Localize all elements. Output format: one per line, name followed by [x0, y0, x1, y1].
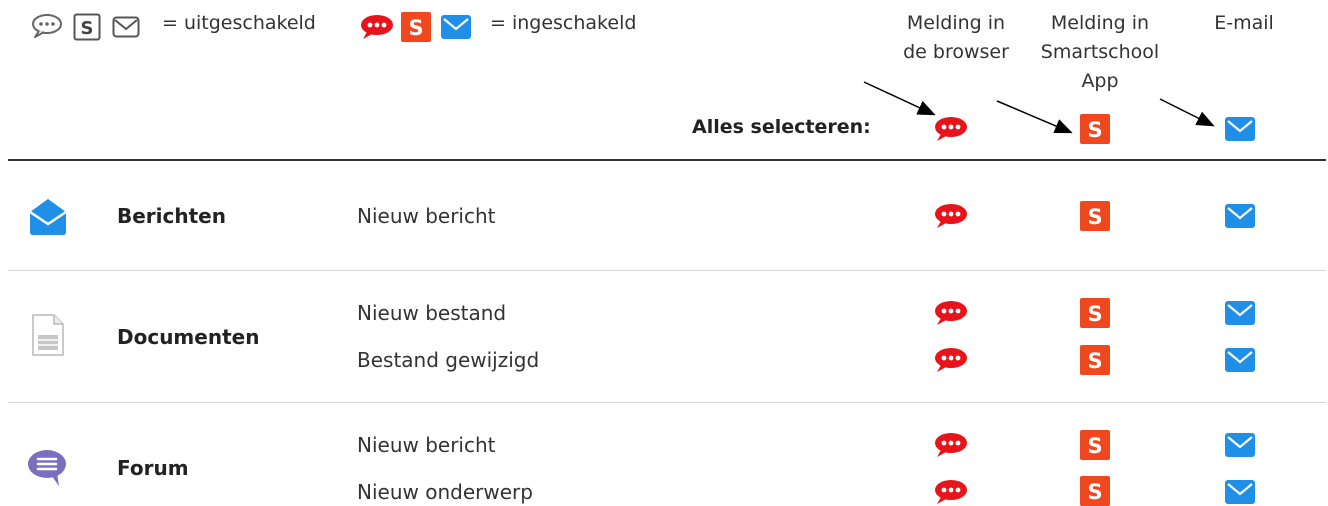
annotation-arrows [863, 81, 1215, 134]
select-all-app-toggle[interactable]: S [1080, 114, 1110, 144]
module-name-forum: Forum [117, 456, 189, 480]
forum-chat-icon [27, 449, 67, 487]
row-label: Bestand gewijzigd [357, 348, 540, 372]
module-divider [8, 402, 1326, 403]
svg-text:S: S [1087, 349, 1102, 373]
email-notify-toggle[interactable] [1225, 301, 1255, 325]
browser-notify-toggle[interactable] [933, 299, 969, 327]
browser-notify-toggle[interactable] [933, 202, 969, 230]
app-notify-toggle[interactable]: S [1080, 476, 1110, 506]
arrow-browser [863, 81, 936, 116]
row-label: Nieuw bestand [357, 301, 507, 325]
svg-text:S: S [1087, 302, 1102, 326]
app-notify-toggle[interactable]: S [1080, 201, 1110, 231]
header-divider [8, 159, 1326, 161]
module-name-documenten: Documenten [117, 325, 260, 349]
browser-notify-toggle[interactable] [933, 478, 969, 506]
svg-text:S: S [1087, 118, 1102, 142]
envelope-open-icon [27, 196, 69, 236]
row-label: Nieuw bericht [357, 433, 496, 457]
email-notify-toggle[interactable] [1225, 433, 1255, 457]
browser-notify-toggle[interactable] [933, 346, 969, 374]
app-notify-toggle[interactable]: S [1080, 298, 1110, 328]
select-all-browser-toggle[interactable] [933, 115, 969, 143]
email-notify-toggle[interactable] [1225, 204, 1255, 228]
row-label: Nieuw bericht [357, 204, 496, 228]
browser-notify-toggle[interactable] [933, 431, 969, 459]
email-notify-toggle[interactable] [1225, 348, 1255, 372]
select-all-label: Alles selecteren: [692, 116, 871, 138]
document-icon [32, 314, 64, 356]
module-name-berichten: Berichten [117, 204, 226, 228]
module-divider [8, 270, 1326, 271]
app-notify-toggle[interactable]: S [1080, 345, 1110, 375]
svg-text:S: S [1087, 434, 1102, 458]
app-notify-toggle[interactable]: S [1080, 430, 1110, 460]
svg-text:S: S [1087, 480, 1102, 504]
arrow-app [996, 100, 1073, 134]
row-label: Nieuw onderwerp [357, 480, 533, 504]
select-all-email-toggle[interactable] [1225, 117, 1255, 141]
arrow-email [1159, 98, 1215, 127]
email-notify-toggle[interactable] [1225, 480, 1255, 504]
svg-text:S: S [1087, 205, 1102, 229]
